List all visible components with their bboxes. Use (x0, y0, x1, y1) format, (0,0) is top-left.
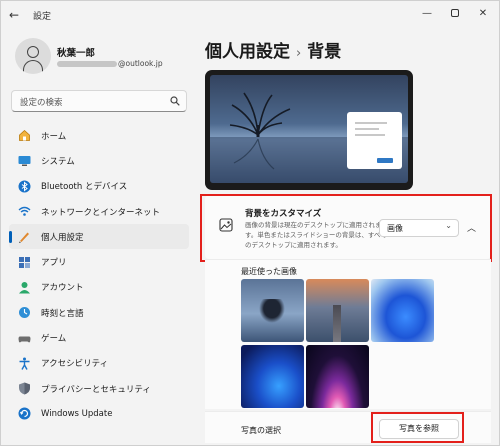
sidebar-item-network[interactable]: ネットワークとインターネット (9, 199, 189, 224)
pier-sunset-image[interactable] (306, 279, 369, 342)
sidebar-item-accessibility[interactable]: アクセシビリティ (9, 351, 189, 376)
sidebar-item-label: プライバシーとセキュリティ (41, 384, 151, 395)
sidebar-item-apps[interactable]: アプリ (9, 249, 189, 274)
personalization-icon (17, 230, 31, 244)
close-icon[interactable]: ✕ (473, 5, 493, 23)
blue-bloom-light-image[interactable] (371, 279, 434, 342)
search-icon (170, 96, 180, 106)
avatar[interactable] (15, 38, 51, 74)
annotation-highlight-browse (371, 412, 464, 443)
gaming-icon (17, 331, 31, 345)
bluetooth-icon (17, 179, 31, 193)
app-title: 設定 (33, 12, 52, 22)
account-email: @outlook.jp (57, 59, 163, 68)
sidebar-item-home[interactable]: ホーム (9, 123, 189, 148)
sidebar-item-time-language[interactable]: 時刻と言語 (9, 300, 189, 325)
desktop-preview (205, 70, 413, 190)
time-language-icon (17, 306, 31, 320)
photo-picker-label: 写真の選択 (241, 426, 281, 435)
privacy-shield-icon (17, 382, 31, 396)
annotation-highlight-card (200, 194, 492, 262)
sidebar-item-label: ゲーム (41, 334, 67, 345)
lake-tree-image[interactable] (241, 279, 304, 342)
minimize-icon[interactable]: — (417, 5, 437, 23)
sidebar-item-accounts[interactable]: アカウント (9, 275, 189, 300)
maximize-icon[interactable] (445, 5, 465, 23)
breadcrumb-parent[interactable]: 個人用設定 (205, 42, 290, 62)
page-title: 背景 (307, 42, 342, 62)
home-icon (17, 129, 31, 143)
back-arrow-icon[interactable]: ← (9, 7, 25, 23)
sidebar-item-label: Windows Update (41, 408, 113, 419)
sidebar-item-label: アプリ (41, 258, 67, 269)
sidebar-item-label: Bluetooth とデバイス (41, 182, 128, 193)
title-bar: ← 設定 — ✕ (1, 1, 499, 29)
sidebar-item-label: ホーム (41, 131, 67, 142)
blue-bloom-dark-image[interactable] (241, 345, 304, 408)
account-name: 秋葉一郎 (57, 48, 96, 59)
breadcrumb-separator: › (296, 46, 302, 61)
search-input[interactable]: 設定の検索 (11, 90, 187, 112)
sidebar-item-system[interactable]: システム (9, 148, 189, 173)
sidebar-item-label: 個人用設定 (41, 232, 84, 243)
sidebar-item-windows-update[interactable]: Windows Update (9, 401, 189, 426)
sidebar-item-label: システム (41, 156, 75, 167)
search-placeholder: 設定の検索 (20, 98, 63, 108)
preview-window-mockup (347, 112, 402, 169)
sidebar-item-personalization[interactable]: 個人用設定 (9, 224, 189, 250)
preview-wallpaper (210, 75, 408, 183)
sidebar-item-label: ネットワークとインターネット (41, 207, 161, 218)
sidebar-item-bluetooth[interactable]: Bluetooth とデバイス (9, 174, 189, 199)
breadcrumb: 個人用設定 › 背景 (205, 37, 341, 62)
redacted-email-mask (57, 61, 117, 67)
accessibility-icon (17, 356, 31, 370)
sidebar-item-gaming[interactable]: ゲーム (9, 325, 189, 350)
windows-update-icon (17, 407, 31, 421)
settings-window: ← 設定 — ✕ 秋葉一郎 @outlook.jp 設定の検索 ホーム システム… (0, 0, 500, 446)
network-icon (17, 205, 31, 219)
sidebar-item-privacy[interactable]: プライバシーとセキュリティ (9, 376, 189, 401)
sidebar-item-label: アカウント (41, 283, 84, 294)
system-icon (17, 154, 31, 168)
recent-images-label: 最近使った画像 (241, 267, 297, 276)
recent-images-section: 最近使った画像 (205, 259, 491, 409)
sidebar-nav: ホーム システム Bluetooth とデバイス ネットワークとインターネット … (9, 123, 189, 427)
sidebar-item-label: 時刻と言語 (41, 308, 84, 319)
purple-glow-image[interactable] (306, 345, 369, 408)
sidebar-item-label: アクセシビリティ (41, 359, 109, 370)
apps-icon (17, 255, 31, 269)
account-icon (17, 280, 31, 294)
